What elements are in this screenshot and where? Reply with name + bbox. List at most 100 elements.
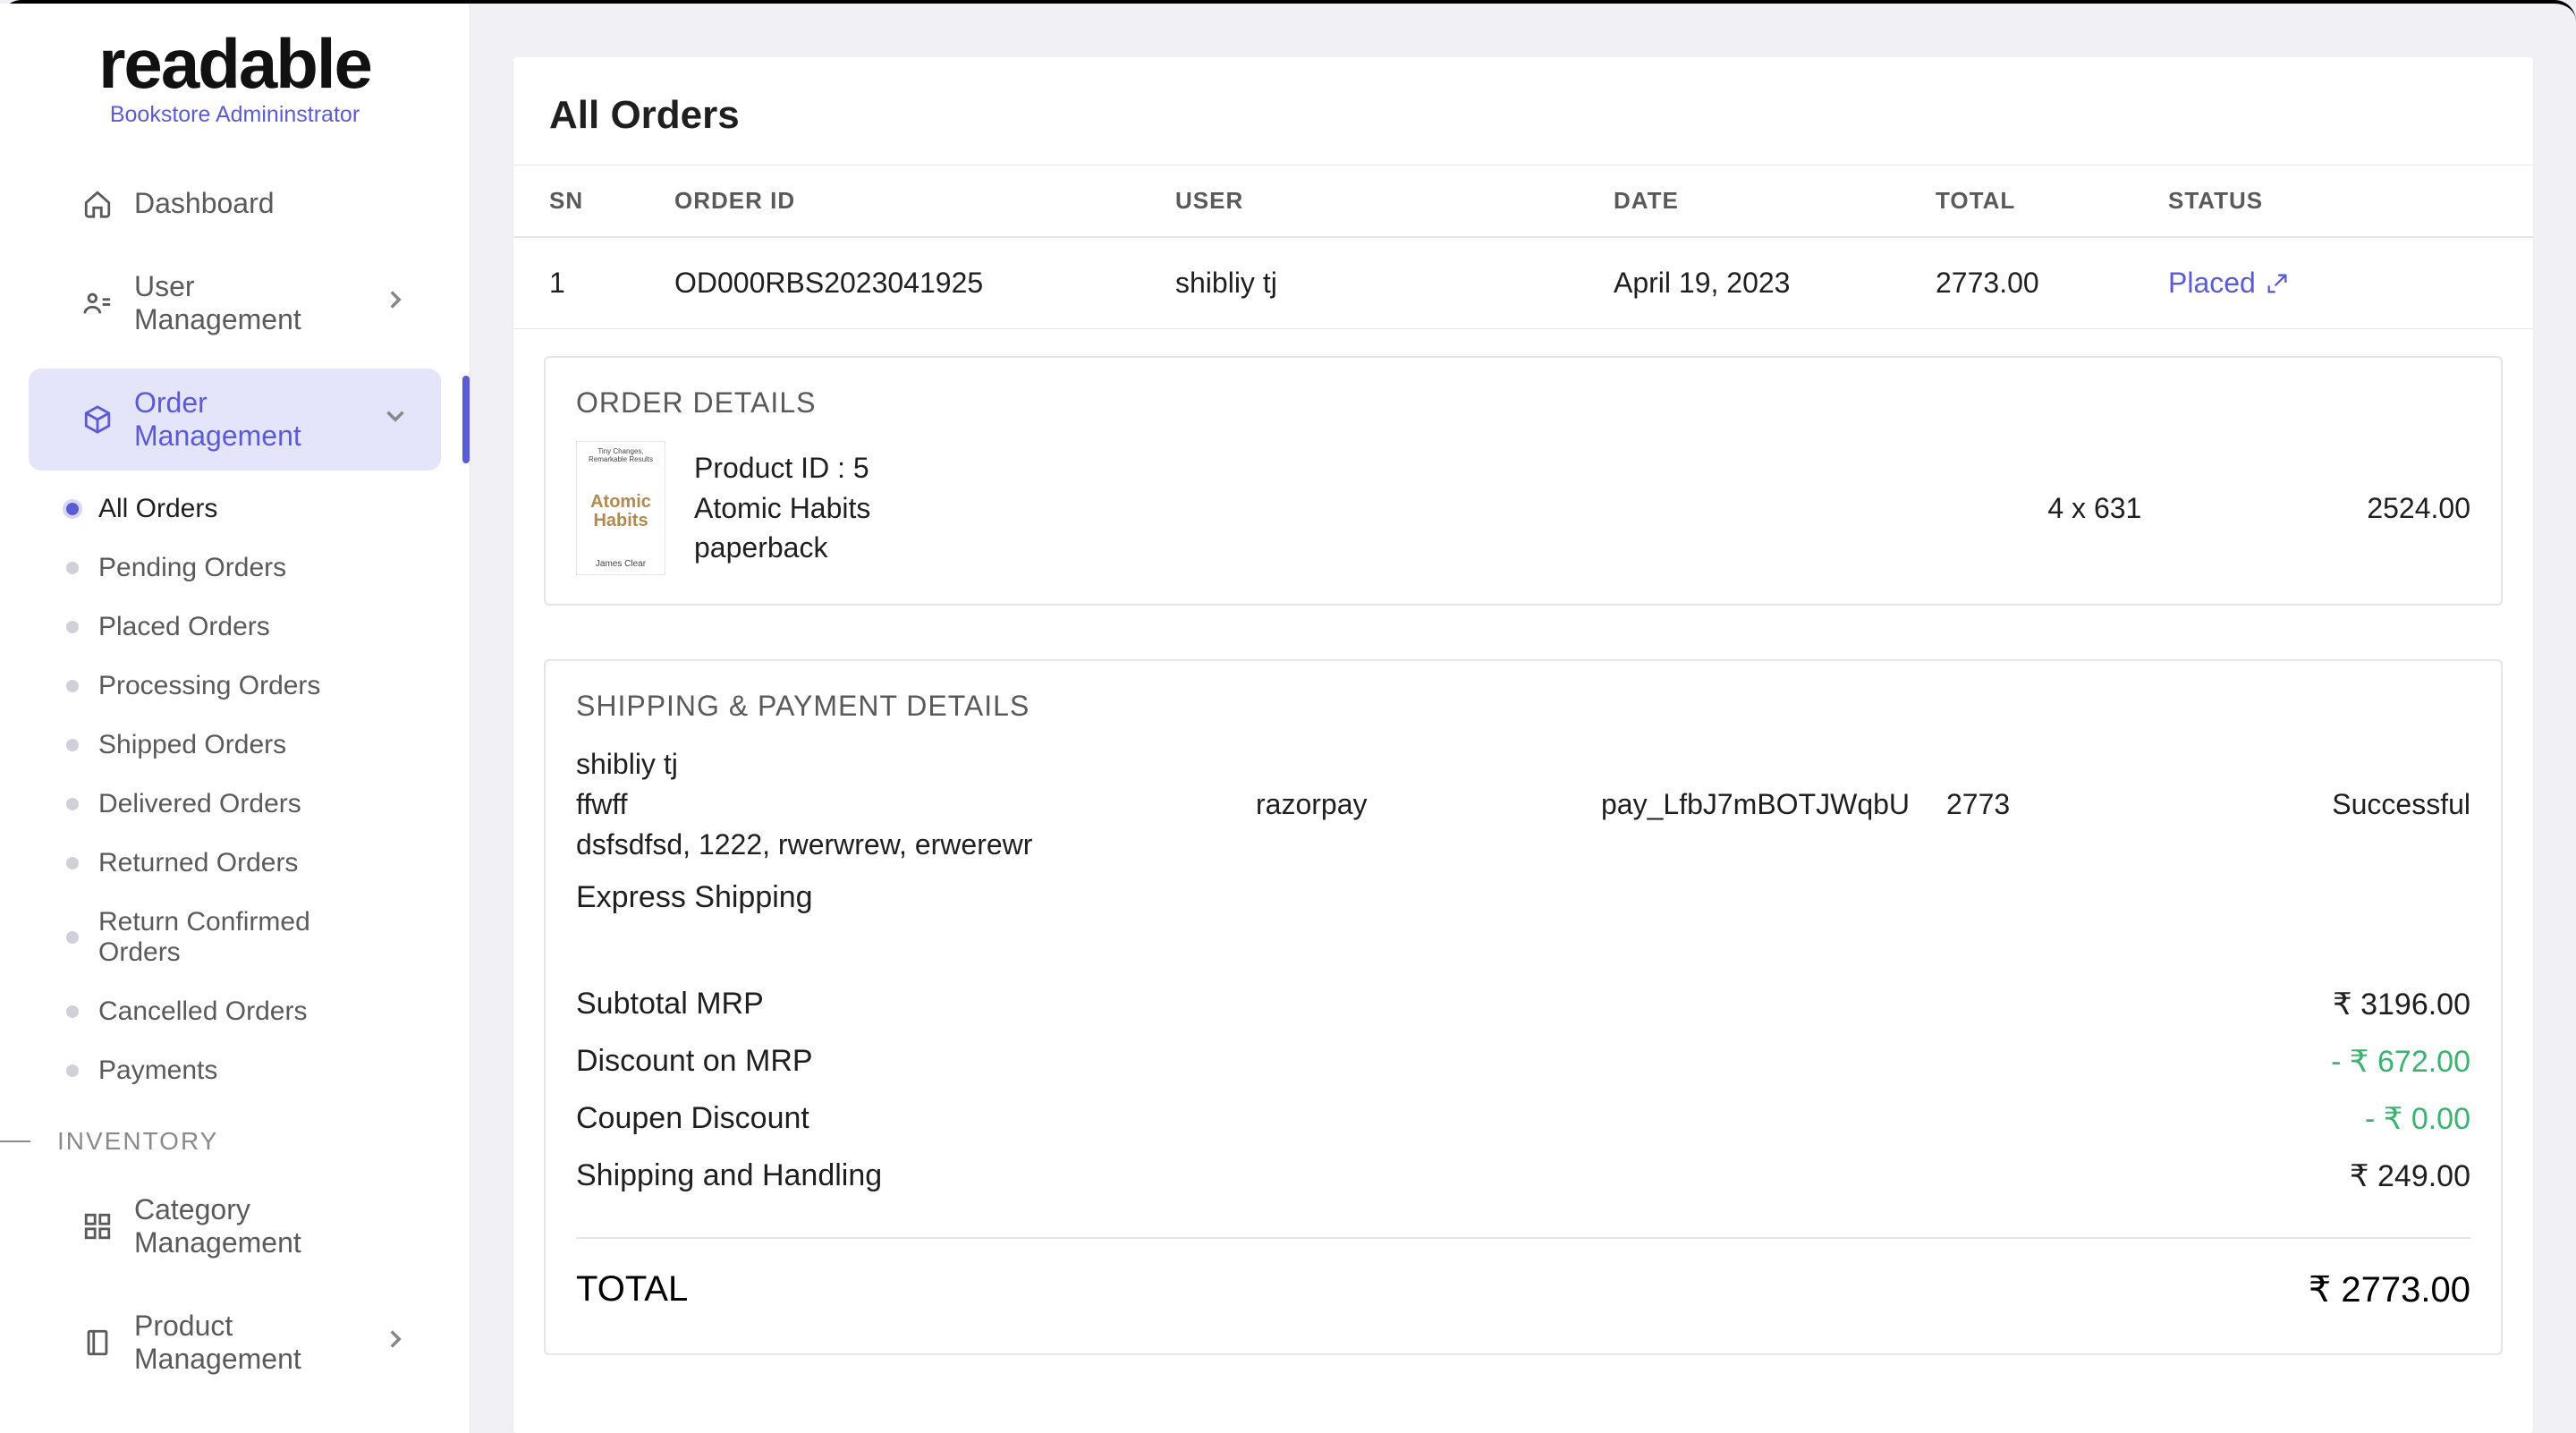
shipping-method: Express Shipping [576, 880, 2470, 915]
subnav-processing-orders[interactable]: Processing Orders [0, 658, 470, 714]
brand-logo: readable [57, 29, 412, 98]
book-thumbnail: Tiny Changes, Remarkable Results Atomic … [576, 441, 665, 575]
product-line-total: 2524.00 [2367, 492, 2470, 525]
subnav-all-orders-label: All Orders [98, 494, 217, 524]
coupon-label: Coupen Discount [576, 1101, 809, 1137]
ship-addr1: ffwff [576, 784, 1220, 825]
bullet-icon [66, 857, 79, 869]
bullet-icon [66, 621, 79, 633]
total-value: ₹ 2773.00 [2309, 1269, 2470, 1310]
subnav-pending-orders-label: Pending Orders [98, 553, 286, 583]
grid-icon [82, 1211, 113, 1242]
ship-name: shibliy tj [576, 744, 1220, 784]
summary-divider [576, 1237, 2470, 1239]
sidebar: readable Bookstore Admininstrator Dashbo… [0, 4, 470, 1433]
bullet-icon [66, 562, 79, 574]
section-inventory-title: INVENTORY [0, 1106, 470, 1168]
shipping-payment-block: SHIPPING & PAYMENT DETAILS shibliy tj ff… [544, 659, 2503, 1355]
subnav-pending-orders[interactable]: Pending Orders [0, 540, 470, 596]
order-details-heading: ORDER DETAILS [576, 386, 2470, 420]
shipping-value: ₹ 249.00 [2350, 1158, 2470, 1194]
col-user[interactable]: USER [1157, 165, 1596, 238]
col-total[interactable]: TOTAL [1918, 165, 2150, 238]
thumb-author-text: James Clear [582, 559, 659, 569]
nav-user-management-label: User Management [134, 270, 359, 336]
price-summary: Subtotal MRP ₹ 3196.00 Discount on MRP -… [576, 987, 2470, 1310]
shipping-row: shibliy tj ffwff dsfsdfsd, 1222, rwerwre… [576, 744, 2470, 864]
payment-status: Successful [2161, 788, 2470, 821]
chevron-right-icon [380, 1324, 411, 1361]
order-subnav: All Orders Pending Orders Placed Orders … [0, 481, 470, 1098]
order-details-block: ORDER DETAILS Tiny Changes, Remarkable R… [544, 356, 2503, 606]
col-order-id[interactable]: ORDER ID [657, 165, 1157, 238]
thumb-title-text: Atomic Habits [582, 493, 659, 530]
chevron-right-icon [380, 284, 411, 322]
payment-amount: 2773 [1946, 788, 2125, 821]
bullet-icon [66, 1064, 79, 1077]
orders-card: All Orders SN ORDER ID USER DATE TOTAL S… [513, 57, 2533, 1433]
status-badge[interactable]: Placed [2168, 267, 2515, 300]
cell-user: shibliy tj [1157, 237, 1596, 329]
status-text: Placed [2168, 267, 2256, 300]
product-info: Product ID : 5 Atomic Habits paperback [694, 448, 870, 568]
col-date[interactable]: DATE [1596, 165, 1918, 238]
subnav-return-confirmed-orders-label: Return Confirmed Orders [98, 907, 367, 968]
home-icon [82, 189, 113, 219]
nav-category-management[interactable]: Category Management [29, 1175, 441, 1277]
subnav-placed-orders[interactable]: Placed Orders [0, 599, 470, 655]
main-content: All Orders SN ORDER ID USER DATE TOTAL S… [470, 4, 2576, 1433]
subtotal-label: Subtotal MRP [576, 987, 764, 1022]
product-title: Atomic Habits [694, 488, 870, 529]
total-label: TOTAL [576, 1269, 688, 1310]
subnav-all-orders[interactable]: All Orders [0, 481, 470, 537]
col-sn[interactable]: SN [513, 165, 657, 238]
bullet-icon [66, 680, 79, 692]
cell-order-id: OD000RBS2023041925 [657, 237, 1157, 329]
bullet-icon [66, 1005, 79, 1018]
book-icon [82, 1327, 113, 1358]
subnav-returned-orders[interactable]: Returned Orders [0, 835, 470, 891]
subnav-cancelled-orders[interactable]: Cancelled Orders [0, 984, 470, 1039]
subnav-shipped-orders-label: Shipped Orders [98, 730, 286, 760]
thumb-top-text: Tiny Changes, Remarkable Results [582, 447, 659, 463]
page-title: All Orders [513, 93, 2533, 165]
product-qty: 4 x 631 [2047, 492, 2338, 525]
subnav-payments[interactable]: Payments [0, 1043, 470, 1098]
subnav-delivered-orders[interactable]: Delivered Orders [0, 776, 470, 832]
payment-id: pay_LfbJ7mBOTJWqbU [1601, 788, 1911, 821]
coupon-value: - ₹ 0.00 [2365, 1101, 2470, 1137]
chevron-down-icon [380, 401, 411, 438]
payment-gateway: razorpay [1256, 788, 1565, 821]
edit-icon [2265, 271, 2290, 296]
nav-dashboard-label: Dashboard [134, 187, 275, 220]
col-status[interactable]: STATUS [2150, 165, 2533, 238]
shipping-label: Shipping and Handling [576, 1158, 882, 1194]
table-row[interactable]: 1 OD000RBS2023041925 shibliy tj April 19… [513, 237, 2533, 329]
subnav-placed-orders-label: Placed Orders [98, 612, 270, 642]
subnav-return-confirmed-orders[interactable]: Return Confirmed Orders [0, 895, 470, 980]
nav-order-management[interactable]: Order Management [29, 369, 441, 471]
subnav-returned-orders-label: Returned Orders [98, 848, 298, 878]
subnav-delivered-orders-label: Delivered Orders [98, 789, 301, 819]
nav-user-management[interactable]: User Management [29, 252, 441, 354]
cell-total: 2773.00 [1918, 237, 2150, 329]
shipping-payment-heading: SHIPPING & PAYMENT DETAILS [576, 690, 2470, 723]
subnav-shipped-orders[interactable]: Shipped Orders [0, 717, 470, 773]
bullet-icon [66, 503, 79, 515]
product-row: Tiny Changes, Remarkable Results Atomic … [576, 441, 2470, 575]
subnav-processing-orders-label: Processing Orders [98, 671, 320, 701]
nav-product-management-label: Product Management [134, 1310, 359, 1376]
primary-nav: Dashboard User Management Order Manageme… [0, 162, 470, 1401]
nav-product-management[interactable]: Product Management [29, 1292, 441, 1394]
bullet-icon [66, 798, 79, 810]
subnav-payments-label: Payments [98, 1056, 217, 1086]
brand-block: readable Bookstore Admininstrator [0, 29, 470, 146]
ship-addr2: dsfsdfsd, 1222, rwerwrew, erwerewr [576, 825, 1220, 865]
nav-dashboard[interactable]: Dashboard [29, 169, 441, 238]
discount-label: Discount on MRP [576, 1044, 813, 1080]
subtotal-value: ₹ 3196.00 [2333, 987, 2470, 1022]
bullet-icon [66, 739, 79, 751]
package-icon [82, 404, 113, 435]
cell-date: April 19, 2023 [1596, 237, 1918, 329]
product-format: paperback [694, 528, 870, 568]
